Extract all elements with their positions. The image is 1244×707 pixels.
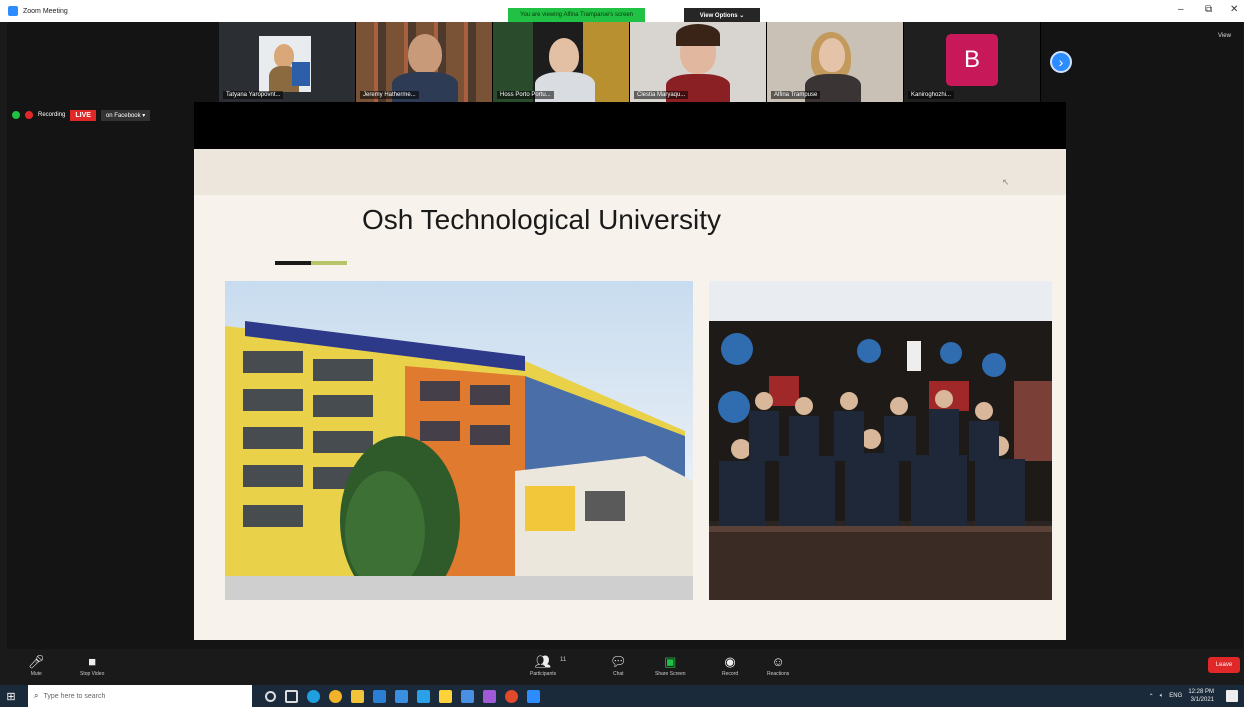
stop-video-label: Stop Video [80, 671, 105, 677]
participant-face [408, 34, 442, 74]
reactions-icon: ☺ [771, 654, 785, 669]
participant-name: Kaniroghozhi... [908, 91, 955, 99]
shared-slide: ↖ Osh Technological University [194, 149, 1066, 640]
minimize-button[interactable]: – [1178, 4, 1184, 15]
live-badge[interactable]: LIVE [70, 109, 96, 121]
cortana-icon[interactable] [265, 690, 276, 702]
slide-header-band [194, 149, 1066, 195]
mouse-cursor-icon: ↖ [1002, 177, 1010, 187]
chrome-icon[interactable] [329, 689, 342, 703]
windows-taskbar: ⊞ ⌕ Type here to search ⌃ 🔈︎ ENG 12:28 P… [0, 685, 1244, 707]
view-options-button[interactable]: View Options ⌄ [684, 8, 760, 22]
university-building-photo [225, 281, 693, 600]
participants-button[interactable]: 👥︎ Participants [530, 654, 556, 677]
task-view-icon[interactable] [285, 689, 298, 703]
zoom-taskbar-icon[interactable] [527, 689, 540, 703]
share-screen-icon: ▣ [664, 654, 677, 669]
slide-accent-line [275, 261, 347, 265]
live-platform-dropdown[interactable]: on Facebook ▾ [100, 109, 151, 121]
system-tray: ⌃ 🔈︎ ENG 12:28 PM 3/1/2021 [1149, 688, 1214, 704]
onenote-icon[interactable] [483, 689, 496, 703]
taskbar-clock[interactable]: 12:28 PM 3/1/2021 [1188, 688, 1214, 704]
slide-title: Osh Technological University [362, 204, 721, 235]
tray-chevron-icon[interactable]: ⌃ [1149, 693, 1154, 700]
mute-label: Mute [30, 671, 42, 677]
lang-indicator[interactable]: ENG [1169, 693, 1182, 699]
store-icon[interactable] [373, 689, 386, 703]
reactions-button[interactable]: ☺ Reactions [767, 654, 789, 677]
participant-count: 11 [560, 657, 567, 663]
skype-icon[interactable] [417, 689, 430, 703]
dropbox-icon[interactable] [461, 689, 474, 703]
participant-name: Clestia Maryaqu... [634, 91, 689, 99]
stop-video-button[interactable]: ■ Stop Video [80, 654, 104, 677]
participant-name: Alfina Trampuse [771, 91, 821, 99]
participant-tile[interactable]: Alfina Trampuse [767, 22, 904, 102]
book-icon [292, 62, 310, 86]
next-page-button[interactable]: › [1050, 51, 1072, 73]
window-title: Zoom Meeting [23, 7, 68, 15]
record-button[interactable]: ◉ Record [722, 654, 738, 677]
participants-icon: 👥︎ [534, 654, 552, 669]
participant-tile[interactable]: B Kaniroghozhi... [904, 22, 1041, 102]
share-screen-label: Share Screen [655, 671, 686, 677]
participant-name: Hoss Porto Portu... [497, 91, 554, 99]
participants-label: Participants [530, 671, 557, 677]
participant-strip: Tatyana Yaropovnt... Jeremy Hatherme... … [219, 22, 1041, 102]
participant-tile[interactable]: Tatyana Yaropovnt... [219, 22, 356, 102]
record-icon: ◉ [724, 654, 736, 669]
participant-tile[interactable]: Jeremy Hatherme... [356, 22, 493, 102]
share-banner: You are viewing Alfina Tramparue's scree… [508, 8, 645, 22]
video-icon: ■ [88, 654, 97, 669]
participant-face [819, 38, 845, 72]
reactions-label: Reactions [767, 671, 790, 677]
leave-button[interactable]: Leave [1208, 657, 1240, 673]
volume-icon[interactable]: 🔈︎ [1160, 693, 1164, 700]
chat-label: Chat [612, 671, 624, 677]
participant-face [274, 44, 294, 68]
participant-tile[interactable]: Clestia Maryaqu... [630, 22, 767, 102]
shared-screen-top-band [194, 102, 1066, 149]
recording-dot-icon [25, 111, 33, 119]
building-illustration [225, 321, 693, 600]
mail-icon[interactable] [395, 689, 408, 703]
close-button[interactable]: ✕ [1230, 4, 1238, 15]
powerpoint-icon[interactable] [505, 689, 518, 703]
mic-icon: 🎤︎ [28, 654, 45, 669]
clock-time: 12:28 PM [1188, 689, 1214, 695]
staff-group-photo [709, 281, 1052, 600]
participant-name: Jeremy Hatherme... [360, 91, 419, 99]
maximize-button[interactable]: ⧉ [1205, 4, 1212, 15]
taskbar-apps [265, 685, 540, 707]
participant-face [549, 38, 579, 74]
chat-button[interactable]: 💬︎ Chat [610, 654, 627, 677]
taskbar-search-placeholder: Type here to search [43, 692, 106, 700]
view-button[interactable]: View [1218, 33, 1231, 39]
participant-hair [676, 24, 720, 46]
chat-icon: 💬︎ [610, 654, 627, 669]
file-explorer-icon[interactable] [351, 689, 364, 703]
group-illustration [709, 281, 1052, 600]
recording-status: Recording LIVE on Facebook ▾ [12, 108, 151, 122]
mute-button[interactable]: 🎤︎ Mute [28, 654, 45, 677]
zoom-app-icon [8, 6, 18, 16]
participant-tile[interactable]: Hoss Porto Portu... [493, 22, 630, 102]
meeting-controls-bar: 🎤︎ Mute ■ Stop Video 👥︎ Participants 11 … [0, 649, 1244, 685]
participant-name: Tatyana Yaropovnt... [223, 91, 284, 99]
record-label: Record [722, 671, 739, 677]
share-screen-button[interactable]: ▣ Share Screen [655, 654, 686, 677]
edge-icon[interactable] [307, 689, 320, 703]
clock-date: 3/1/2021 [1190, 697, 1214, 703]
taskbar-search[interactable]: ⌕ Type here to search [28, 685, 252, 707]
winamp-icon[interactable] [439, 689, 452, 703]
search-icon: ⌕ [34, 691, 39, 700]
windows-start-icon[interactable]: ⊞ [0, 685, 22, 707]
recording-label[interactable]: Recording [38, 112, 65, 118]
encryption-shield-icon[interactable] [12, 111, 20, 119]
notification-center-icon[interactable] [1226, 690, 1238, 702]
avatar: B [946, 34, 998, 86]
